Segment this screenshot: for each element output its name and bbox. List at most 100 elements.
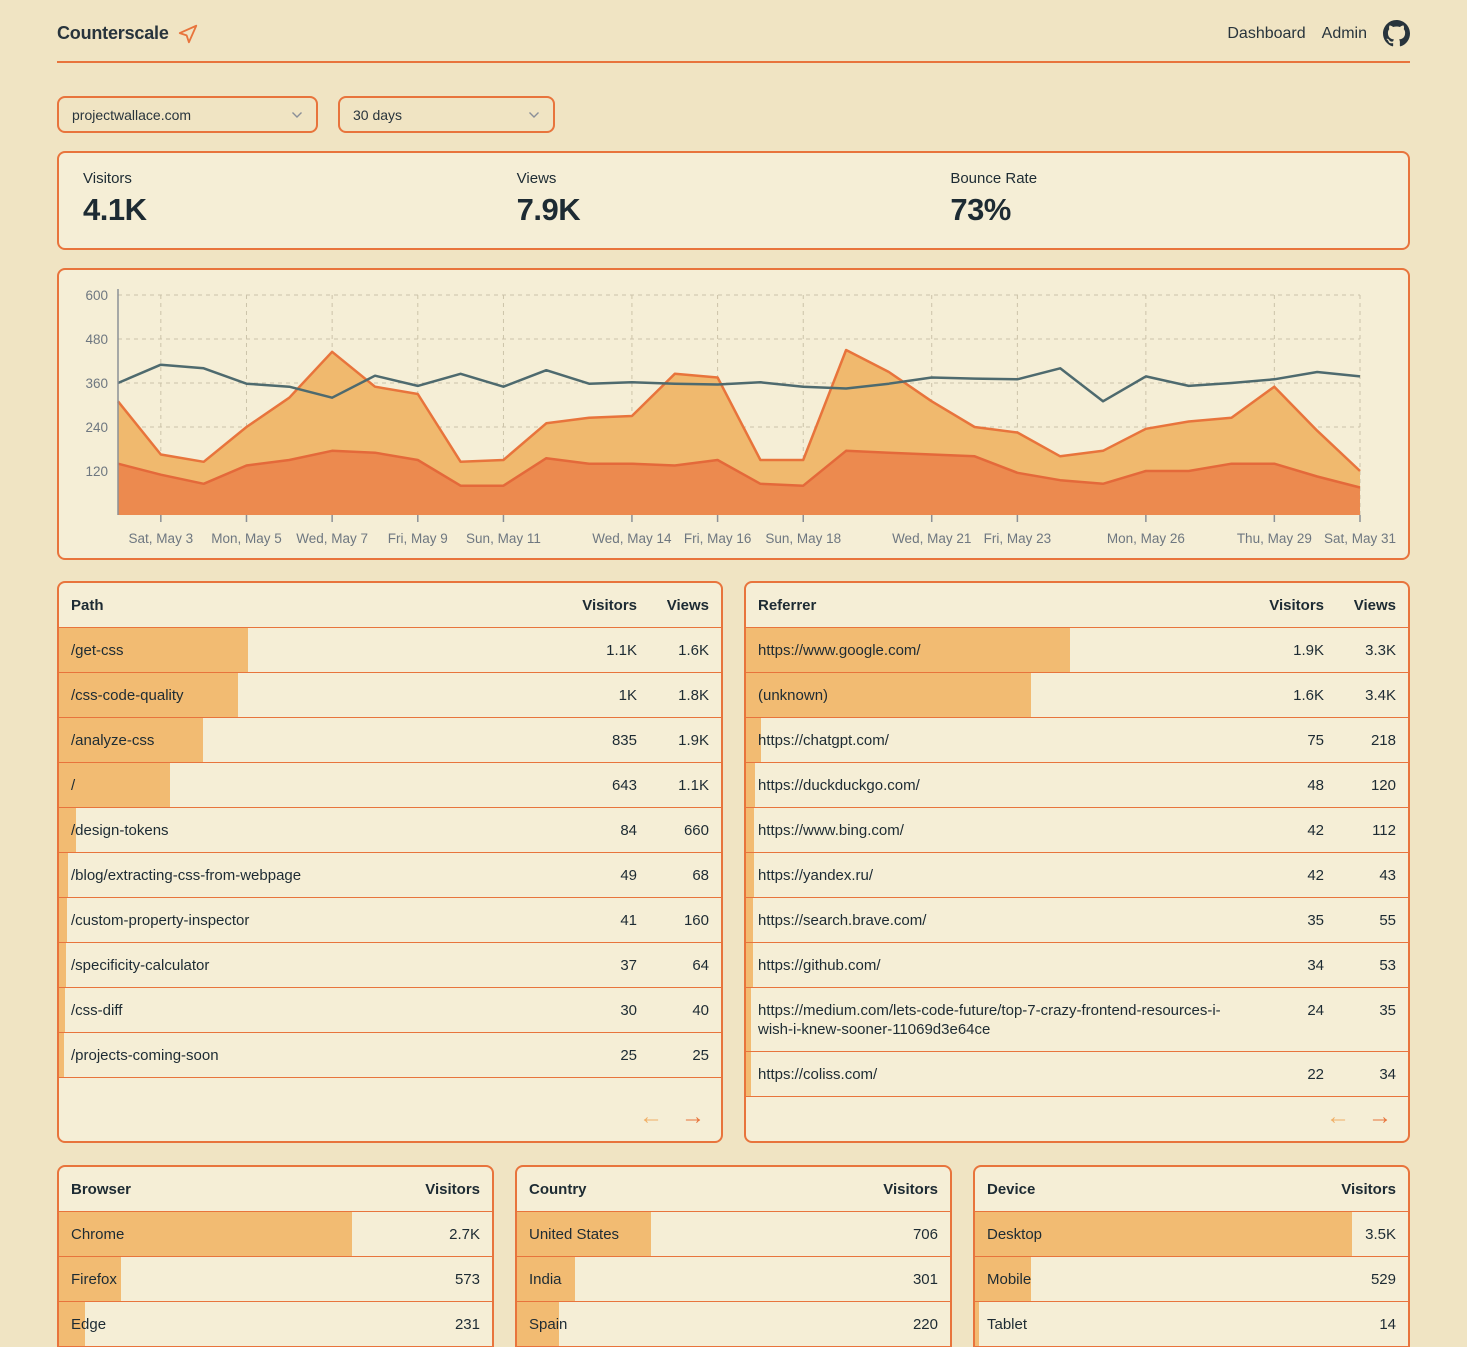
referrer-rows: https://www.google.com/1.9K3.3K(unknown)… xyxy=(746,628,1408,1097)
row-views: 68 xyxy=(637,866,709,885)
table-row[interactable]: https://www.google.com/1.9K3.3K xyxy=(746,628,1408,673)
table-row[interactable]: Firefox573 xyxy=(59,1257,492,1302)
table-row[interactable]: India301 xyxy=(517,1257,950,1302)
app-logo[interactable]: Counterscale xyxy=(57,23,199,45)
row-views: 112 xyxy=(1324,821,1396,840)
table-row[interactable]: /css-diff3040 xyxy=(59,988,721,1033)
column-visitors: Visitors xyxy=(1254,596,1324,615)
date-range-select[interactable]: 30 days xyxy=(338,96,555,133)
svg-text:Fri, May 16: Fri, May 16 xyxy=(684,531,752,546)
table-row[interactable]: /design-tokens84660 xyxy=(59,808,721,853)
tables-row: Path Visitors Views /get-css1.1K1.6K/css… xyxy=(57,581,1410,1143)
table-row[interactable]: Edge231 xyxy=(59,1302,492,1347)
table-row[interactable]: /specificity-calculator3764 xyxy=(59,943,721,988)
row-visitors: 75 xyxy=(1254,731,1324,750)
row-visitors: 25 xyxy=(567,1046,637,1065)
stat-value: 73% xyxy=(950,192,1384,228)
table-row[interactable]: /get-css1.1K1.6K xyxy=(59,628,721,673)
svg-text:120: 120 xyxy=(85,464,108,479)
nav-dashboard[interactable]: Dashboard xyxy=(1227,25,1305,43)
row-bar xyxy=(975,1302,979,1346)
row-visitors: 835 xyxy=(567,731,637,750)
row-bar xyxy=(59,1033,64,1077)
row-views: 25 xyxy=(637,1046,709,1065)
row-visitors: 1.9K xyxy=(1254,641,1324,660)
table-row[interactable]: https://github.com/3453 xyxy=(746,943,1408,988)
row-visitors: 231 xyxy=(400,1315,480,1334)
table-row[interactable]: https://yandex.ru/4243 xyxy=(746,853,1408,898)
device-rows: Desktop3.5KMobile529Tablet14 xyxy=(975,1212,1408,1347)
country-table: Country Visitors United States706India30… xyxy=(515,1165,952,1347)
row-views: 160 xyxy=(637,911,709,930)
row-views: 43 xyxy=(1324,866,1396,885)
table-row[interactable]: /custom-property-inspector41160 xyxy=(59,898,721,943)
row-visitors: 301 xyxy=(858,1270,938,1289)
path-rows: /get-css1.1K1.6K/css-code-quality1K1.8K/… xyxy=(59,628,721,1078)
svg-text:Wed, May 14: Wed, May 14 xyxy=(592,531,672,546)
table-row[interactable]: https://www.bing.com/42112 xyxy=(746,808,1408,853)
github-icon[interactable] xyxy=(1383,20,1410,47)
table-header: Referrer Visitors Views xyxy=(746,583,1408,628)
table-row[interactable]: (unknown)1.6K3.4K xyxy=(746,673,1408,718)
table-row[interactable]: Tablet14 xyxy=(975,1302,1408,1347)
row-bar xyxy=(59,943,66,987)
row-label: https://www.google.com/ xyxy=(758,641,1254,660)
row-views: 35 xyxy=(1324,1001,1396,1020)
chevron-down-icon xyxy=(528,111,540,119)
row-label: https://coliss.com/ xyxy=(758,1065,1254,1084)
table-row[interactable]: https://medium.com/lets-code-future/top-… xyxy=(746,988,1408,1052)
table-header: Browser Visitors xyxy=(59,1167,492,1212)
table-row[interactable]: https://coliss.com/2234 xyxy=(746,1052,1408,1097)
table-row[interactable]: Desktop3.5K xyxy=(975,1212,1408,1257)
row-visitors: 1.1K xyxy=(567,641,637,660)
prev-page-button[interactable]: ← xyxy=(1326,1105,1350,1129)
stat-bounce-rate: Bounce Rate 73% xyxy=(950,170,1384,228)
row-bar xyxy=(746,988,751,1051)
site-select[interactable]: projectwallace.com xyxy=(57,96,318,133)
row-views: 3.4K xyxy=(1324,686,1396,705)
table-row[interactable]: Spain220 xyxy=(517,1302,950,1347)
row-visitors: 22 xyxy=(1254,1065,1324,1084)
row-visitors: 643 xyxy=(567,776,637,795)
row-label: (unknown) xyxy=(758,686,1254,705)
column-views: Views xyxy=(637,596,709,615)
traffic-area-chart: Sat, May 3Mon, May 5Wed, May 7Fri, May 9… xyxy=(69,280,1378,552)
filters-bar: projectwallace.com 30 days xyxy=(57,96,1410,133)
traffic-chart-card: Sat, May 3Mon, May 5Wed, May 7Fri, May 9… xyxy=(57,268,1410,560)
stat-label: Bounce Rate xyxy=(950,170,1384,187)
row-bar xyxy=(746,943,753,987)
row-views: 40 xyxy=(637,1001,709,1020)
table-row[interactable]: /blog/extracting-css-from-webpage4968 xyxy=(59,853,721,898)
table-row[interactable]: /projects-coming-soon2525 xyxy=(59,1033,721,1078)
table-row[interactable]: https://chatgpt.com/75218 xyxy=(746,718,1408,763)
prev-page-button[interactable]: ← xyxy=(639,1105,663,1129)
column-browser: Browser xyxy=(71,1180,400,1199)
svg-text:360: 360 xyxy=(85,376,108,391)
next-page-button[interactable]: → xyxy=(1368,1105,1392,1129)
table-row[interactable]: /analyze-css8351.9K xyxy=(59,718,721,763)
table-row[interactable]: /css-code-quality1K1.8K xyxy=(59,673,721,718)
row-label: /css-diff xyxy=(71,1001,567,1020)
column-country: Country xyxy=(529,1180,858,1199)
table-row[interactable]: https://duckduckgo.com/48120 xyxy=(746,763,1408,808)
table-row[interactable]: United States706 xyxy=(517,1212,950,1257)
nav-admin[interactable]: Admin xyxy=(1322,25,1367,43)
dashboard-page: Counterscale Dashboard Admin projectwall… xyxy=(0,0,1467,1347)
row-views: 55 xyxy=(1324,911,1396,930)
logo-text: Counterscale xyxy=(57,23,169,44)
column-visitors: Visitors xyxy=(400,1180,480,1199)
header-nav: Dashboard Admin xyxy=(1227,20,1410,47)
row-bar xyxy=(59,853,68,897)
row-views: 53 xyxy=(1324,956,1396,975)
stat-visitors: Visitors 4.1K xyxy=(83,170,517,228)
row-visitors: 35 xyxy=(1254,911,1324,930)
table-row[interactable]: Mobile529 xyxy=(975,1257,1408,1302)
cursor-logo-icon xyxy=(177,23,199,45)
next-page-button[interactable]: → xyxy=(681,1105,705,1129)
table-row[interactable]: /6431.1K xyxy=(59,763,721,808)
table-row[interactable]: https://search.brave.com/3555 xyxy=(746,898,1408,943)
site-select-value: projectwallace.com xyxy=(72,107,191,123)
row-label: /css-code-quality xyxy=(71,686,567,705)
svg-text:Mon, May 26: Mon, May 26 xyxy=(1107,531,1185,546)
table-row[interactable]: Chrome2.7K xyxy=(59,1212,492,1257)
